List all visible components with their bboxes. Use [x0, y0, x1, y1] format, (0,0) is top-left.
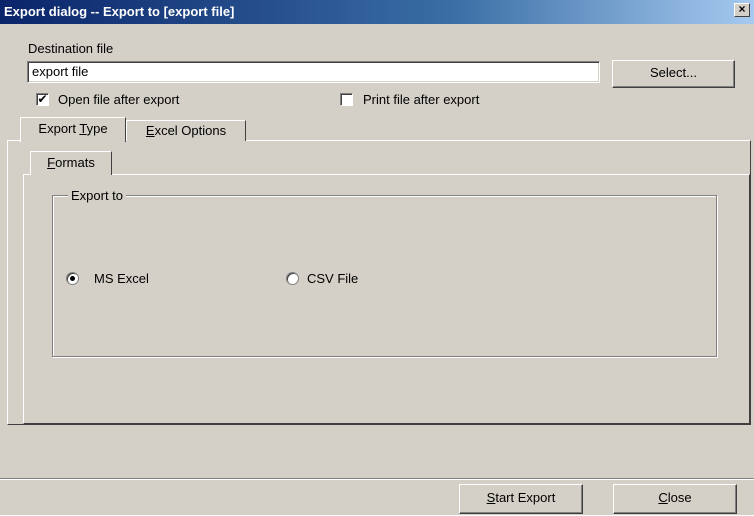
- destination-file-input[interactable]: export file: [27, 61, 600, 83]
- close-suffix: lose: [667, 490, 692, 505]
- csv-file-radio[interactable]: [286, 272, 299, 285]
- print-after-export-checkbox[interactable]: [340, 93, 353, 106]
- tab-formats-suffix: ormats: [55, 155, 95, 170]
- close-icon: ×: [738, 2, 746, 16]
- tab-excel-options[interactable]: Excel Options: [126, 120, 246, 141]
- start-export-suffix: tart Export: [495, 490, 556, 505]
- close-window-button[interactable]: ×: [734, 3, 750, 17]
- title-bar[interactable]: Export dialog -- Export to [export file]…: [0, 0, 754, 24]
- destination-file-label: Destination file: [28, 41, 114, 56]
- ms-excel-label: MS Excel: [94, 271, 149, 286]
- tab-excel-options-suffix: xcel Options: [154, 123, 227, 138]
- export-to-group: [52, 195, 717, 357]
- radio-selected-dot: [70, 276, 75, 281]
- tab-export-type-accel: T: [79, 121, 87, 136]
- tab-export-type[interactable]: Export Type: [20, 117, 126, 142]
- window-title: Export dialog -- Export to [export file]: [4, 4, 235, 19]
- close-button[interactable]: Close: [613, 484, 737, 514]
- export-dialog: Export dialog -- Export to [export file]…: [0, 0, 754, 515]
- tab-formats-accel: F: [47, 155, 56, 170]
- tab-export-type-suffix: ype: [86, 121, 108, 136]
- print-after-export-label: Print file after export: [363, 92, 480, 107]
- check-icon: ✔: [37, 92, 48, 106]
- tab-excel-options-accel: E: [145, 123, 155, 138]
- start-export-button[interactable]: Start Export: [459, 484, 583, 514]
- csv-file-label: CSV File: [307, 271, 359, 286]
- tab-export-type-prefix: Export: [38, 121, 80, 136]
- open-after-export-label: Open file after export: [58, 92, 180, 107]
- select-file-button[interactable]: Select...: [612, 60, 735, 88]
- tab-formats[interactable]: Formats: [30, 151, 112, 175]
- export-to-label: Export to: [68, 188, 127, 203]
- open-after-export-checkbox[interactable]: ✔: [36, 93, 49, 106]
- close-accel: C: [658, 490, 668, 505]
- ms-excel-radio[interactable]: [66, 272, 79, 285]
